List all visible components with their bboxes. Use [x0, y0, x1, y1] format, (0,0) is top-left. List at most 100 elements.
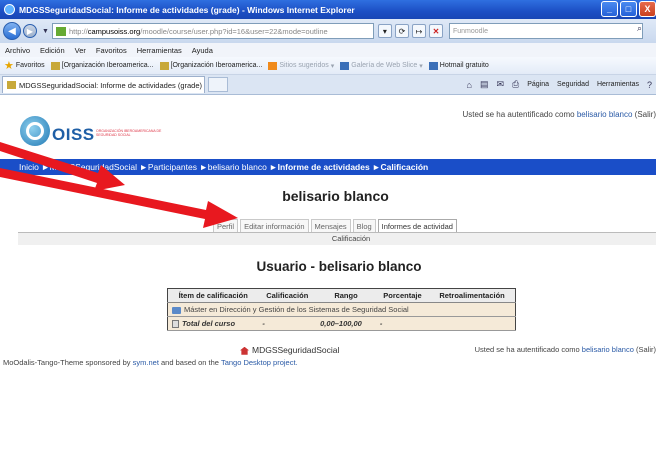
fav-item-hotmail[interactable]: Hotmail gratuito — [428, 61, 489, 70]
crumb-informe[interactable]: Informe de actividades — [278, 162, 370, 172]
menu-ayuda[interactable]: Ayuda — [192, 46, 213, 55]
tab-informes-actividad[interactable]: Informes de actividad — [377, 219, 457, 233]
theme-credit-prefix: MoOdalis-Tango-Theme sponsored by — [3, 358, 131, 367]
menu-herramientas[interactable]: Herramientas — [137, 46, 182, 55]
window-titlebar: MDGSSeguridadSocial: Informe de activida… — [0, 0, 656, 19]
fav-site-icon — [50, 61, 60, 70]
cmd-herramientas[interactable]: Herramientas — [597, 81, 639, 88]
refresh-icon[interactable]: ⟳ — [394, 24, 409, 38]
page-content: OISS ORGANIZACIÓN IBEROAMERICANA DE SEGU… — [0, 96, 656, 462]
login-user-link[interactable]: belisario blanco — [577, 110, 633, 119]
logo-subtitle: ORGANIZACIÓN IBEROAMERICANA DE SEGURIDAD… — [96, 129, 162, 137]
grade-table: Ítem de calificación Calificación Rango … — [167, 288, 516, 332]
search-icon[interactable]: ⌕ — [637, 23, 653, 39]
url-prefix: http:// — [68, 26, 88, 36]
crumb-calificacion: Calificación — [380, 162, 429, 172]
footer-home-label: MDGSSeguridadSocial — [252, 345, 340, 355]
menu-archivo[interactable]: Archivo — [5, 46, 30, 55]
window-controls: _ □ X — [601, 1, 656, 17]
menu-edicion[interactable]: Edición — [40, 46, 65, 55]
cmd-pagina[interactable]: Página — [527, 81, 549, 88]
feeds-icon[interactable]: ▤ — [480, 79, 489, 90]
cmd-seguridad[interactable]: Seguridad — [557, 81, 589, 88]
search-placeholder: Funmoodle — [452, 27, 488, 35]
category-cell: Máster en Dirección y Gestión de los Sis… — [167, 302, 516, 317]
total-feedback — [429, 316, 516, 332]
col-retroalimentacion: Retroalimentación — [429, 288, 516, 303]
web-slice-icon — [340, 61, 350, 70]
footer-logout-link[interactable]: (Salir) — [636, 345, 656, 354]
home-icon — [240, 346, 249, 355]
stop-icon[interactable]: ✕ — [428, 24, 443, 38]
fav-item-label: [Organización Iberoamerica... — [170, 62, 263, 69]
fav-item-oiss-1[interactable]: [Organización Iberoamerica... — [50, 61, 154, 70]
window-title: MDGSSeguridadSocial: Informe de activida… — [19, 4, 355, 15]
url-input[interactable]: http://campusoiss.org/moodle/course/user… — [51, 23, 374, 39]
tab-mensajes[interactable]: Mensajes — [310, 219, 351, 233]
go-icon[interactable]: ↦ — [411, 24, 426, 38]
symnet-link[interactable]: sym.net — [133, 358, 159, 367]
mail-icon[interactable]: ✉ — [497, 79, 505, 90]
command-bar: ⌂ ▤ ✉ ⎙ Página Seguridad Herramientas ? — [467, 79, 652, 90]
search-input[interactable]: Funmoodle — [448, 23, 643, 39]
fav-item-label: Sitios sugeridos — [279, 62, 329, 69]
hotmail-icon — [428, 61, 438, 70]
history-dropdown-icon[interactable]: ▼ — [42, 28, 49, 35]
favorites-bar: ★ Favoritos [Organización Iberoamerica..… — [0, 57, 656, 75]
total-percentage: - — [375, 316, 430, 332]
report-heading: Usuario - belisario blanco — [256, 259, 422, 274]
footer-user-link[interactable]: belisario blanco — [582, 345, 634, 354]
footer-login-info: Usted se ha autentificado como belisario… — [475, 345, 656, 354]
total-range: 0,00–100,00 — [316, 316, 376, 332]
home-icon[interactable]: ⌂ — [467, 80, 472, 90]
fav-item-label: Hotmail gratuito — [439, 62, 489, 69]
favorites-button[interactable]: ★ Favoritos — [4, 59, 45, 72]
fav-item-label: Galería de Web Slice — [351, 62, 418, 69]
compat-view-icon[interactable]: ▾ — [377, 24, 392, 38]
fav-item-oiss-2[interactable]: [Organización Iberoamerica... — [159, 61, 263, 70]
address-bar: ◀ ▶ ▼ http://campusoiss.org/moodle/cours… — [0, 19, 656, 43]
favorites-label: Favoritos — [15, 62, 45, 69]
col-porcentaje: Porcentaje — [375, 288, 430, 303]
subtab-calificacion[interactable]: Calificación — [18, 233, 656, 245]
logo-text: OISS — [52, 125, 95, 144]
fav-item-galeria[interactable]: Galería de Web Slice ▾ — [340, 61, 423, 70]
maximize-button[interactable]: □ — [620, 1, 637, 17]
fav-site-icon — [159, 61, 169, 70]
crumb-user[interactable]: belisario blanco — [208, 162, 267, 172]
oiss-logo-ring — [26, 122, 44, 140]
page-title: belisario blanco — [282, 188, 389, 204]
tab-title: MDGSSeguridadSocial: Informe de activida… — [19, 80, 203, 90]
menu-ver[interactable]: Ver — [75, 46, 86, 55]
help-icon[interactable]: ? — [647, 80, 652, 90]
breadcrumb: Inicio ► MDGSSeguridadSocial ► Participant… — [0, 159, 656, 175]
tab-perfil[interactable]: Perfil — [213, 219, 239, 233]
new-tab-button[interactable] — [208, 77, 228, 92]
suggested-sites-icon — [268, 61, 278, 70]
profile-tabs: Perfil Editar información Mensajes Blog … — [213, 219, 459, 233]
close-button[interactable]: X — [639, 1, 656, 17]
calculator-icon — [172, 320, 179, 329]
tab-blog[interactable]: Blog — [352, 219, 376, 233]
fav-item-label: [Organización Iberoamerica... — [61, 62, 154, 69]
folder-icon — [172, 306, 181, 314]
col-item: Ítem de calificación — [167, 288, 259, 303]
print-icon[interactable]: ⎙ — [512, 79, 519, 90]
menu-favoritos[interactable]: Favoritos — [96, 46, 127, 55]
crumb-inicio[interactable]: Inicio — [19, 162, 39, 172]
footer-home-link[interactable]: MDGSSeguridadSocial — [240, 345, 339, 355]
browser-tab-active[interactable]: MDGSSeguridadSocial: Informe de activida… — [2, 76, 205, 93]
tango-link[interactable]: Tango Desktop project. — [221, 358, 298, 367]
url-host: campusoiss.org — [87, 26, 141, 36]
tab-editar-informacion[interactable]: Editar información — [240, 219, 309, 233]
back-button[interactable]: ◀ — [3, 22, 21, 40]
tab-favicon — [7, 81, 16, 89]
fav-item-sitios[interactable]: Sitios sugeridos ▾ — [268, 61, 334, 70]
total-label-cell: Total del curso — [167, 316, 259, 332]
crumb-course[interactable]: MDGSSeguridadSocial — [50, 162, 137, 172]
minimize-button[interactable]: _ — [601, 1, 618, 17]
forward-button[interactable]: ▶ — [23, 24, 37, 38]
crumb-participantes[interactable]: Participantes — [148, 162, 197, 172]
total-label: Total del curso — [182, 319, 236, 328]
logout-link[interactable]: (Salir) — [635, 110, 656, 119]
